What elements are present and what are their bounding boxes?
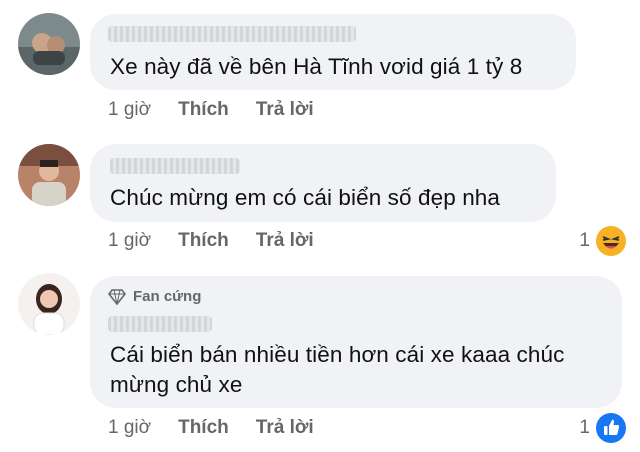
comment-actions: 1 giờ Thích Trả lời <box>108 230 341 252</box>
comment-text-line-2: mừng chủ xe <box>110 372 243 397</box>
comment-bubble: Chúc mừng em có cái biển số đẹp nha <box>90 144 556 222</box>
author-name-redacted[interactable] <box>108 316 212 332</box>
comment-actions: 1 giờ Thích Trả lời <box>108 417 341 439</box>
comment-time[interactable]: 1 giờ <box>108 417 151 439</box>
comment-2: Chúc mừng em có cái biển số đẹp nha 1 gi… <box>0 130 640 260</box>
comment-time[interactable]: 1 giờ <box>108 230 151 252</box>
like-thumb-icon <box>596 413 626 443</box>
avatar[interactable] <box>18 273 80 335</box>
reply-button[interactable]: Trả lời <box>256 99 314 121</box>
comment-time[interactable]: 1 giờ <box>108 99 151 121</box>
laughing-emoji-icon <box>596 226 626 256</box>
reply-button[interactable]: Trả lời <box>256 230 314 252</box>
like-button[interactable]: Thích <box>178 417 229 439</box>
reactions[interactable]: 1 <box>579 413 626 443</box>
like-button[interactable]: Thích <box>178 230 229 252</box>
avatar[interactable] <box>18 144 80 206</box>
fan-badge-label: Fan cứng <box>133 288 202 305</box>
like-button[interactable]: Thích <box>178 99 229 121</box>
comment-bubble: Fan cứng Cái biển bán nhiều tiền hơn cái… <box>90 276 622 408</box>
comment-actions: 1 giờ Thích Trả lời <box>108 99 341 121</box>
comment-text-line-1: Cái biển bán nhiều tiền hơn cái xe kaaa … <box>110 342 565 367</box>
author-name-redacted[interactable] <box>110 158 240 174</box>
reaction-count: 1 <box>579 417 590 438</box>
avatar[interactable] <box>18 13 80 75</box>
reply-button[interactable]: Trả lời <box>256 417 314 439</box>
comment-3: Fan cứng Cái biển bán nhiều tiền hơn cái… <box>0 260 640 452</box>
comment-text: Xe này đã về bên Hà Tĩnh vơid giá 1 tỷ 8 <box>110 54 523 79</box>
reactions[interactable]: 1 <box>579 226 626 256</box>
fan-badge: Fan cứng <box>108 288 201 305</box>
diamond-icon <box>108 288 126 305</box>
reaction-count: 1 <box>579 230 590 251</box>
comment-1: Xe này đã về bên Hà Tĩnh vơid giá 1 tỷ 8… <box>0 0 640 130</box>
author-name-redacted[interactable] <box>108 26 356 42</box>
comment-bubble: Xe này đã về bên Hà Tĩnh vơid giá 1 tỷ 8 <box>90 14 576 90</box>
comment-text: Chúc mừng em có cái biển số đẹp nha <box>110 185 501 210</box>
